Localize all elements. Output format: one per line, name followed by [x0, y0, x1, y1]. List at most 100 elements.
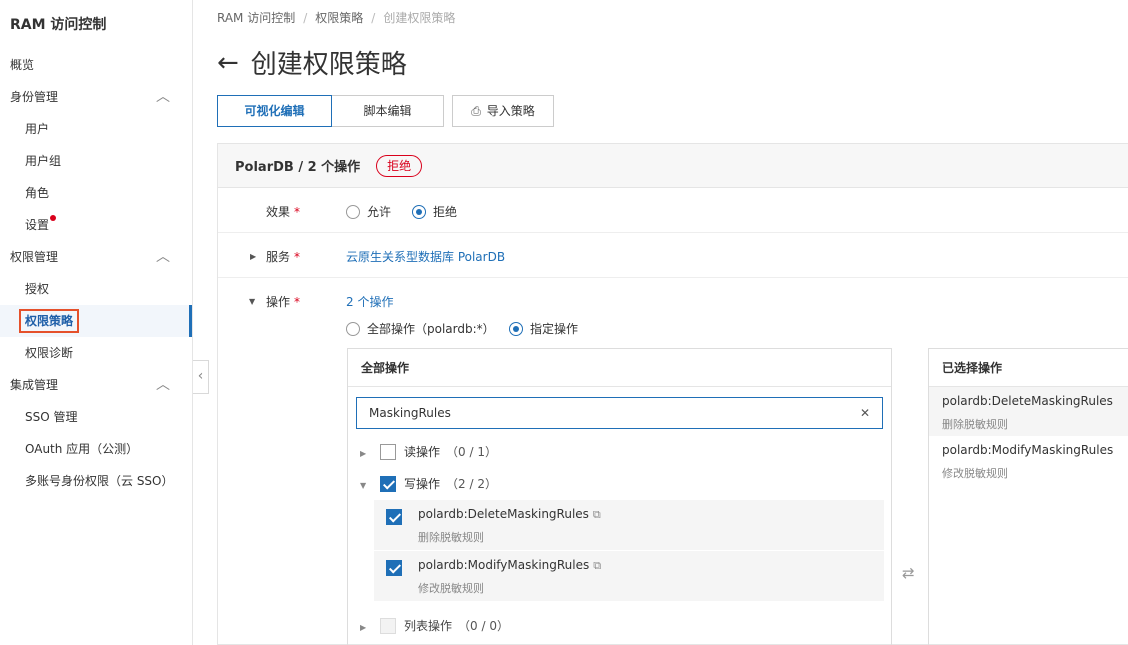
action-desc: 删除脱敏规则	[942, 418, 1008, 431]
checkbox-list	[380, 618, 396, 634]
sidebar-collapse-button[interactable]: ‹	[193, 360, 209, 394]
sidebar-item-sso[interactable]: SSO 管理	[0, 401, 192, 433]
caret-right-icon[interactable]: ▶	[250, 252, 256, 261]
sidebar-item-roles[interactable]: 角色	[0, 177, 192, 209]
sidebar-item-users[interactable]: 用户	[0, 113, 192, 145]
caret-right-icon[interactable]: ▶	[360, 449, 380, 458]
sidebar-item-label: 概览	[10, 58, 35, 72]
sidebar-item-label: SSO 管理	[25, 410, 78, 424]
sidebar-item-label: 设置	[25, 218, 50, 232]
sidebar-item-label: OAuth 应用（公测）	[25, 442, 139, 456]
checkbox-write[interactable]	[380, 476, 396, 492]
sidebar-item-label: 用户组	[25, 154, 62, 168]
external-link-icon[interactable]: ⧉	[593, 508, 601, 521]
sidebar-item-cloud-sso[interactable]: 多账号身份权限（云 SSO）	[0, 465, 192, 497]
service-label: 服务 *	[266, 250, 301, 264]
sidebar-group-permissions[interactable]: 权限管理 ︿	[0, 241, 192, 273]
radio-checked-icon	[412, 205, 426, 219]
caret-down-icon[interactable]: ▼	[249, 297, 255, 306]
statement-panel: PolarDB / 2 个操作 拒绝 效果 * 允许 拒绝 ▶ 服务 * 云原生关系…	[217, 143, 1128, 645]
statement-header[interactable]: PolarDB / 2 个操作 拒绝	[218, 144, 1128, 188]
specified-actions-radio[interactable]: 指定操作	[509, 320, 578, 337]
active-indicator	[189, 305, 192, 337]
sidebar-item-label: 权限诊断	[25, 346, 74, 360]
action-name: polardb:DeleteMaskingRules	[942, 394, 1113, 408]
notification-dot	[50, 215, 57, 221]
effect-badge: 拒绝	[376, 154, 423, 177]
sidebar-item-settings[interactable]: 设置	[0, 209, 192, 241]
sidebar-item-label: 授权	[25, 282, 50, 296]
caret-right-icon[interactable]: ▶	[360, 623, 380, 632]
action-count-link[interactable]: 2 个操作	[346, 293, 393, 310]
sidebar-item-diagnosis[interactable]: 权限诊断	[0, 337, 192, 369]
import-policy-label: 导入策略	[486, 104, 535, 118]
selected-action-item[interactable]: polardb:ModifyMaskingRules 修改脱敏规则	[929, 436, 1128, 485]
page-header: ← 创建权限策略	[217, 44, 407, 81]
radio-icon	[346, 205, 360, 219]
sidebar-item-label: 身份管理	[10, 90, 59, 104]
checkbox-action[interactable]	[386, 560, 402, 576]
all-actions-header: 全部操作	[348, 349, 891, 387]
caret-down-icon[interactable]: ▼	[360, 481, 380, 490]
sidebar-item-grants[interactable]: 授权	[0, 273, 192, 305]
checkbox-action[interactable]	[386, 509, 402, 525]
sidebar-item-label: 权限策略	[19, 309, 80, 333]
selected-actions-panel: 已选择操作 polardb:DeleteMaskingRules 删除脱敏规则 …	[928, 348, 1128, 645]
sidebar-item-label: 用户	[25, 122, 50, 136]
import-policy-button[interactable]: ⎙ 导入策略	[452, 95, 554, 127]
back-arrow-icon[interactable]: ←	[217, 47, 239, 79]
effect-allow-radio[interactable]: 允许	[346, 203, 391, 220]
selected-action-item[interactable]: polardb:DeleteMaskingRules 删除脱敏规则	[929, 387, 1128, 436]
action-name: polardb:ModifyMaskingRules	[418, 558, 590, 572]
action-item[interactable]: polardb:ModifyMaskingRules ⧉ 修改脱敏规则	[374, 551, 884, 601]
chevron-up-icon: ︿	[156, 89, 170, 105]
all-actions-panel: 全部操作 MaskingRules ✕ ▶ 读操作 （0 / 1） ▼ 写操作 （2 /…	[347, 348, 892, 645]
selected-actions-header: 已选择操作	[929, 349, 1128, 387]
checkbox-read[interactable]	[380, 444, 396, 460]
action-item[interactable]: polardb:DeleteMaskingRules ⧉ 删除脱敏规则	[374, 500, 884, 550]
statement-title: PolarDB / 2 个操作	[235, 160, 361, 175]
action-name: polardb:ModifyMaskingRules	[942, 443, 1114, 457]
service-value-link[interactable]: 云原生关系型数据库 PolarDB	[346, 248, 505, 265]
editor-tabs: 可视化编辑 脚本编辑 ⎙ 导入策略	[217, 95, 554, 127]
import-icon: ⎙	[471, 104, 481, 118]
tab-visual-editor[interactable]: 可视化编辑	[217, 95, 332, 127]
sidebar-item-user-groups[interactable]: 用户组	[0, 145, 192, 177]
sidebar-item-label: 权限管理	[10, 250, 59, 264]
sidebar-nav: 概览 身份管理 ︿ 用户 用户组 角色 设置 权限管理 ︿ 授权 权限策略 权限诊断…	[0, 49, 192, 497]
search-value: MaskingRules	[369, 406, 451, 420]
transfer-icon: ⇄	[902, 564, 915, 582]
action-desc: 修改脱敏规则	[418, 582, 484, 595]
all-actions-radio[interactable]: 全部操作（polardb:*）	[346, 320, 495, 337]
group-list[interactable]: ▶ 列表操作 （0 / 0）	[360, 617, 509, 634]
sidebar-item-overview[interactable]: 概览	[0, 49, 192, 81]
tab-script-editor[interactable]: 脚本编辑	[332, 95, 444, 127]
chevron-up-icon: ︿	[156, 377, 170, 393]
action-search-input[interactable]: MaskingRules ✕	[356, 397, 883, 429]
clear-icon[interactable]: ✕	[860, 398, 870, 428]
sidebar-item-oauth[interactable]: OAuth 应用（公测）	[0, 433, 192, 465]
effect-label: 效果 *	[266, 205, 301, 219]
sidebar-group-identity[interactable]: 身份管理 ︿	[0, 81, 192, 113]
divider	[218, 232, 1128, 233]
breadcrumb: RAM 访问控制 / 权限策略 / 创建权限策略	[217, 11, 456, 25]
breadcrumb-current: 创建权限策略	[383, 11, 456, 25]
radio-icon	[346, 322, 360, 336]
action-name: polardb:DeleteMaskingRules	[418, 507, 589, 521]
radio-checked-icon	[509, 322, 523, 336]
external-link-icon[interactable]: ⧉	[593, 559, 601, 572]
effect-deny-radio[interactable]: 拒绝	[412, 203, 457, 220]
sidebar-group-integration[interactable]: 集成管理 ︿	[0, 369, 192, 401]
sidebar-item-label: 多账号身份权限（云 SSO）	[25, 474, 174, 488]
sidebar: RAM 访问控制 概览 身份管理 ︿ 用户 用户组 角色 设置 权限管理 ︿ 授权 …	[0, 0, 193, 645]
action-desc: 删除脱敏规则	[418, 531, 484, 544]
main-content: RAM 访问控制 / 权限策略 / 创建权限策略 ← 创建权限策略 可视化编辑 脚本编辑…	[217, 0, 1128, 645]
action-desc: 修改脱敏规则	[942, 467, 1008, 480]
sidebar-item-policies[interactable]: 权限策略	[0, 305, 192, 337]
breadcrumb-ram[interactable]: RAM 访问控制	[217, 11, 295, 25]
sidebar-item-label: 集成管理	[10, 378, 59, 392]
group-read[interactable]: ▶ 读操作 （0 / 1）	[360, 443, 497, 460]
group-write[interactable]: ▼ 写操作 （2 / 2）	[360, 475, 497, 492]
breadcrumb-policies[interactable]: 权限策略	[315, 11, 363, 25]
page-title: 创建权限策略	[250, 50, 407, 80]
